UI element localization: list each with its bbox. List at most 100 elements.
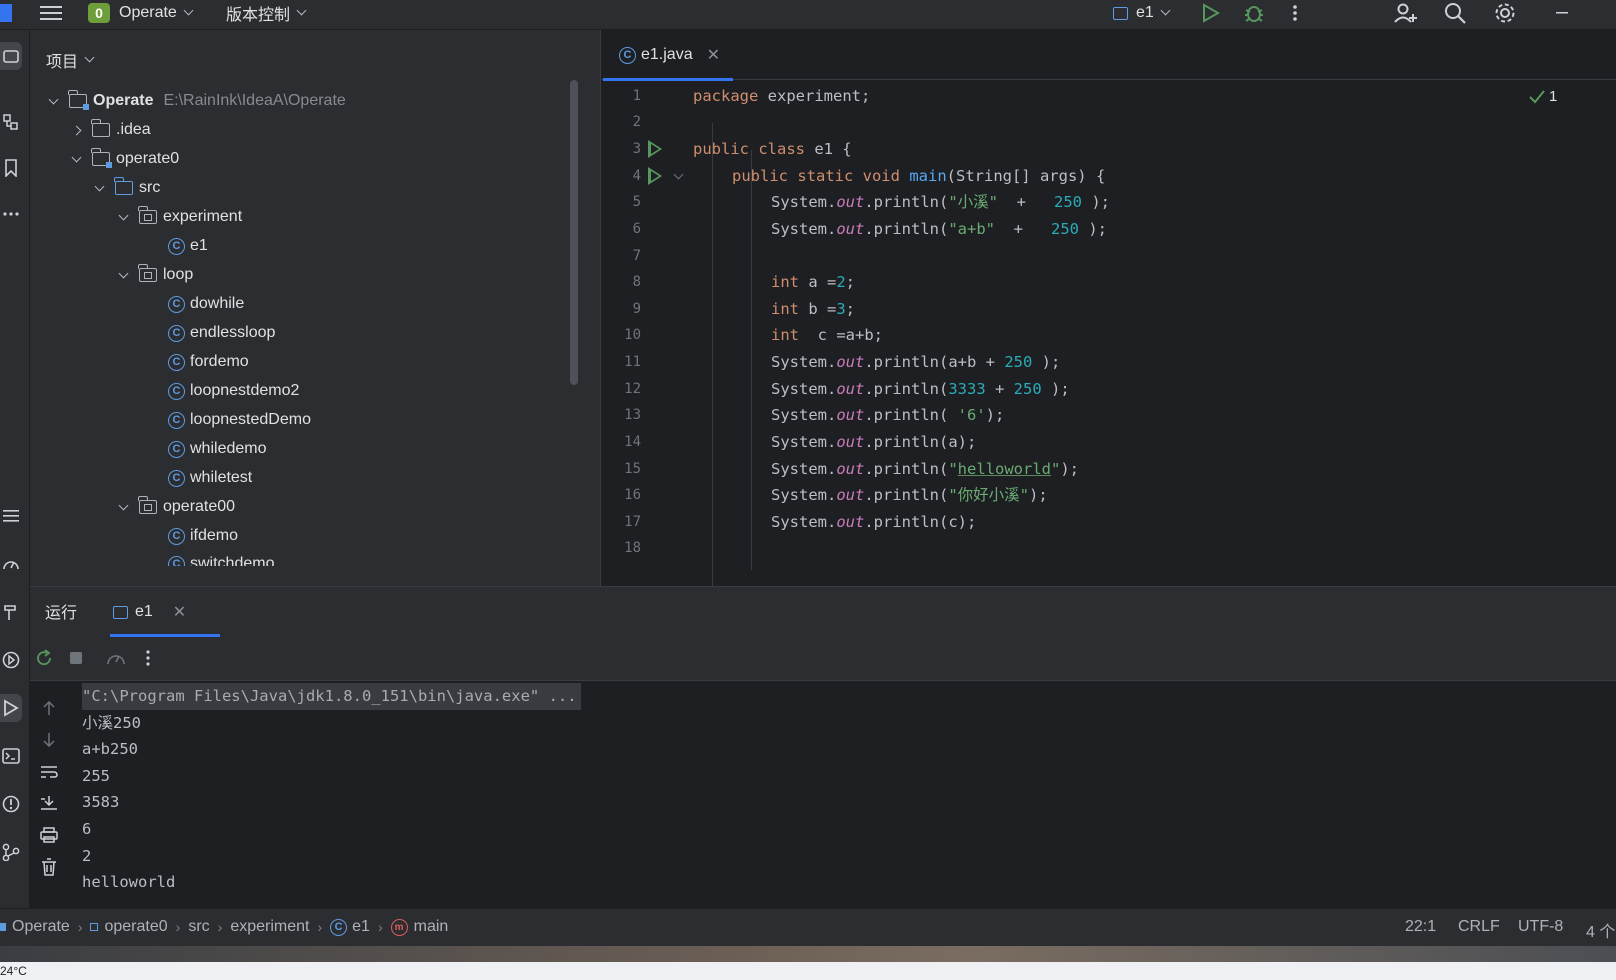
expand-arrow-icon[interactable] [94, 181, 105, 191]
todo-tool-button[interactable] [0, 502, 22, 530]
run-class-gutter-icon[interactable] [648, 140, 662, 158]
project-badge: 0 [88, 3, 110, 23]
class-icon: C [619, 46, 636, 64]
indent-setting[interactable]: 4 个 [1586, 918, 1615, 942]
terminal-tool-button[interactable] [0, 742, 22, 770]
hamburger-menu-icon[interactable] [40, 0, 62, 26]
tree-item-fordemo[interactable]: C fordemo [168, 348, 249, 376]
weather-widget[interactable]: 24°C [0, 964, 27, 978]
tree-item-ifdemo[interactable]: C ifdemo [168, 522, 238, 550]
tree-item-src[interactable]: src [94, 174, 160, 202]
clear-console-button[interactable] [38, 856, 60, 878]
class-icon: C [168, 382, 185, 400]
run-tool-button[interactable] [0, 694, 22, 722]
tree-item-operate0[interactable]: operate0 [71, 145, 179, 173]
tree-item-dowhile[interactable]: C dowhile [168, 290, 244, 318]
stop-icon [70, 652, 82, 664]
tree-item-loopnesteddemo[interactable]: C loopnestedDemo [168, 406, 311, 434]
breadcrumb-item[interactable]: src [188, 918, 209, 936]
debug-button[interactable] [1243, 0, 1265, 26]
scroll-to-end-icon [41, 796, 57, 810]
more-icon [3, 212, 19, 216]
breadcrumb-item[interactable]: main [414, 918, 449, 936]
git-tool-button[interactable] [0, 838, 22, 866]
settings-icon [1495, 3, 1515, 23]
more-actions-button[interactable] [137, 647, 159, 669]
profiler-button[interactable] [105, 647, 127, 669]
print-button[interactable] [38, 824, 60, 846]
code-with-me-button[interactable] [1394, 0, 1418, 26]
rerun-button[interactable] [33, 647, 55, 669]
folder-icon [3, 50, 19, 63]
tree-item-whiletest[interactable]: C whiletest [168, 464, 252, 492]
app-logo-icon[interactable] [0, 0, 12, 26]
scroll-up-button[interactable] [38, 697, 60, 719]
list-icon [3, 510, 19, 522]
profiler-tool-button[interactable] [0, 550, 22, 578]
project-view-selector[interactable]: 项目 [46, 48, 95, 72]
tree-item-loopnestdemo2[interactable]: C loopnestdemo2 [168, 377, 299, 405]
tree-item-operate00[interactable]: operate00 [118, 493, 235, 521]
project-scrollbar[interactable] [570, 80, 578, 385]
expand-arrow-icon[interactable] [118, 210, 129, 220]
run-button[interactable] [1202, 0, 1220, 26]
project-tool-button[interactable] [0, 42, 22, 70]
run-main-gutter-icon[interactable] [648, 167, 662, 185]
project-switcher[interactable]: 0 Operate [88, 0, 194, 26]
tree-item-switchdemo[interactable]: C switchdemo [168, 550, 274, 566]
search-button[interactable] [1444, 0, 1466, 26]
tree-item-operate-root[interactable]: Operate E:\RainInk\IdeaA\Operate [48, 87, 346, 115]
expand-arrow-icon[interactable] [118, 268, 129, 278]
console-command-line: "C:\Program Files\Java\jdk1.8.0_151\bin\… [82, 683, 581, 710]
windows-taskbar [0, 962, 1616, 980]
expand-arrow-icon[interactable] [48, 94, 59, 104]
caret-position[interactable]: 22:1 [1405, 918, 1436, 936]
scroll-to-end-button[interactable] [38, 792, 60, 814]
problems-icon [2, 795, 20, 813]
stop-button[interactable] [65, 647, 87, 669]
tree-item-endlessloop[interactable]: C endlessloop [168, 319, 275, 347]
problems-tool-button[interactable] [0, 790, 22, 818]
tree-item-e1[interactable]: C e1 [168, 232, 208, 260]
services-tool-button[interactable] [0, 646, 22, 674]
line-number: 12 [624, 381, 641, 397]
fold-icon[interactable] [673, 169, 684, 180]
editor-tab-e1-java[interactable]: C e1.java ✕ [603, 30, 733, 81]
scroll-down-button[interactable] [38, 729, 60, 751]
file-encoding[interactable]: UTF-8 [1518, 918, 1563, 936]
breadcrumb-item[interactable]: experiment [230, 918, 309, 936]
tree-item-loop[interactable]: loop [118, 261, 193, 289]
line-number: 6 [632, 221, 641, 237]
breadcrumb-item[interactable]: operate0 [104, 918, 167, 936]
run-config-selector[interactable]: e1 [1113, 0, 1171, 26]
breadcrumb-item[interactable]: e1 [352, 918, 370, 936]
breadcrumb-item[interactable]: Operate [12, 918, 70, 936]
tree-item-label: loopnestedDemo [190, 411, 311, 428]
tree-item-experiment[interactable]: experiment [118, 203, 242, 231]
inspection-widget[interactable]: 1 [1529, 88, 1557, 105]
tree-item-idea[interactable]: .idea [71, 116, 151, 144]
expand-arrow-icon[interactable] [118, 500, 129, 510]
vcs-menu[interactable]: 版本控制 [226, 0, 307, 26]
structure-tool-button[interactable] [0, 108, 22, 136]
build-tool-button[interactable] [0, 598, 22, 626]
expand-arrow-icon[interactable] [71, 152, 82, 162]
console-output[interactable]: "C:\Program Files\Java\jdk1.8.0_151\bin\… [82, 681, 1612, 909]
class-icon: C [168, 324, 185, 342]
minimize-button[interactable] [1556, 0, 1570, 26]
collapse-arrow-icon[interactable] [71, 125, 82, 135]
chevron-right-icon: › [317, 919, 323, 935]
tree-item-whiledemo[interactable]: C whiledemo [168, 435, 266, 463]
bookmarks-tool-button[interactable] [0, 154, 22, 182]
soft-wrap-button[interactable] [38, 761, 60, 783]
settings-button[interactable] [1494, 0, 1516, 26]
code-content[interactable]: package experiment; public class e1 { pu… [693, 81, 1593, 586]
line-separator[interactable]: CRLF [1458, 918, 1500, 936]
close-icon[interactable]: ✕ [707, 45, 720, 65]
close-icon[interactable]: ✕ [173, 602, 186, 622]
more-actions-button[interactable] [1292, 0, 1298, 26]
run-tab-e1[interactable]: e1 ✕ [110, 587, 220, 637]
chevron-right-icon: › [217, 919, 223, 935]
class-icon: C [168, 440, 185, 458]
more-tools-button[interactable] [0, 200, 22, 228]
